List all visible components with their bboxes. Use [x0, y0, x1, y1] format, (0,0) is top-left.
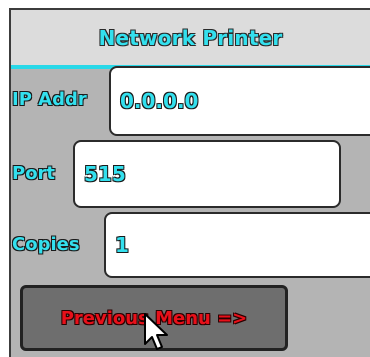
port-label: Port	[12, 163, 56, 184]
ip-address-field[interactable]: 0.0.0.0	[109, 66, 370, 136]
page-title: Network Printer	[98, 25, 283, 50]
ip-address-label: IP Addr	[12, 89, 87, 110]
printer-settings-panel: Network Printer IP Addr 0.0.0.0 Port 515…	[9, 8, 370, 357]
port-field[interactable]: 515	[73, 140, 341, 208]
copies-field[interactable]: 1	[104, 212, 370, 278]
mouse-pointer-icon	[144, 313, 168, 350]
copies-label: Copies	[12, 234, 80, 255]
header-bar: Network Printer	[11, 10, 370, 65]
